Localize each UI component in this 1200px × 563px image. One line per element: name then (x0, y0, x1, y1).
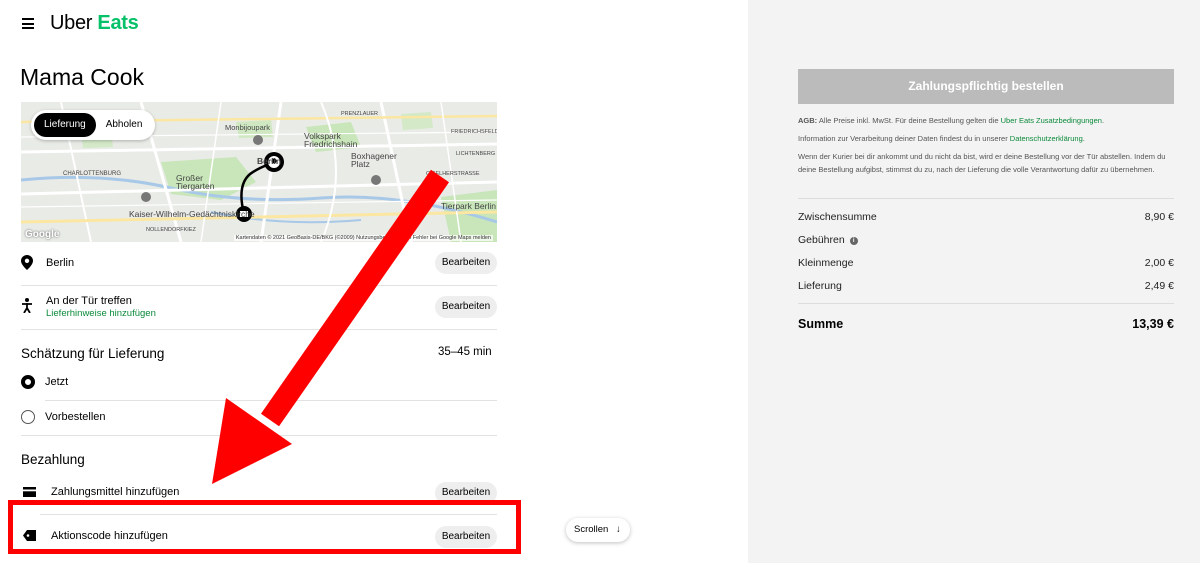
subtotal-label: Zwischensumme (798, 211, 877, 223)
dropoff-instructions-link[interactable]: Lieferhinweise hinzufügen (46, 308, 156, 319)
dropoff-row: An der Tür treffen Lieferhinweise hinzuf… (21, 292, 497, 328)
legal-privacy-end: . (1082, 134, 1085, 143)
map-label-kaiser-wilhelm: Kaiser-Wilhelm-Gedächtniskirche (129, 209, 255, 219)
dropoff-edit-button[interactable]: Bearbeiten (435, 296, 497, 318)
promo-code-label[interactable]: Aktionscode hinzufügen (51, 530, 168, 542)
logo-eats-text: Eats (97, 12, 139, 34)
promo-code-edit-button[interactable]: Bearbeiten (435, 526, 497, 548)
legal-courier: Wenn der Kurier bei dir ankommt und du n… (798, 152, 1166, 174)
scroll-button[interactable]: Scrollen ↓ (566, 518, 630, 542)
map-label-giselherstrasse: GISELHERSTRASSE (426, 171, 480, 177)
map-label-volkspark: Volkspark Friedrichshain (304, 131, 358, 149)
radio-now[interactable] (21, 375, 35, 389)
divider (798, 198, 1174, 199)
legal-agb: AGB: Alle Preise inkl. MwSt. Für deine B… (798, 115, 1178, 128)
logo-uber-text: Uber (50, 12, 93, 34)
delivery-map[interactable]: Lieferung Abholen Monbijoupark Volkspark… (21, 102, 497, 242)
payment-method-label[interactable]: Zahlungsmittel hinzufügen (51, 486, 179, 498)
place-order-button[interactable]: Zahlungspflichtig bestellen (798, 69, 1174, 104)
map-label-tiergarten: Großer Tiergarten (176, 173, 215, 191)
address-label: Berlin (46, 257, 75, 269)
payment-method-row: Zahlungsmittel hinzufügen Bearbeiten (21, 480, 497, 506)
legal-privacy-text: Information zur Verarbeitung deiner Date… (798, 134, 1010, 143)
map-label-berlin: Berlin (257, 156, 282, 166)
map-label-monbijoupark: Monbijoupark (225, 123, 271, 132)
fees-label-wrap: Gebühren i (798, 234, 858, 246)
google-logo: Google (25, 229, 60, 240)
tag-icon (23, 530, 36, 541)
order-summary-panel: Zahlungspflichtig bestellen AGB: Alle Pr… (748, 0, 1200, 563)
payment-title: Bezahlung (21, 452, 85, 467)
legal-privacy: Information zur Verarbeitung deiner Date… (798, 133, 1178, 146)
legal-agb-text: Alle Preise inkl. MwSt. Für deine Bestel… (817, 116, 1001, 125)
map-label-lichtenberg: LICHTENBERG (456, 151, 496, 157)
map-label-friedrichsfelde: FRIEDRICHSFELDE (451, 129, 497, 135)
delivery-fee-value: 2,49 € (1144, 280, 1174, 292)
divider (40, 514, 497, 515)
divider (21, 329, 497, 330)
small-order-value: 2,00 € (1144, 257, 1174, 269)
divider (45, 400, 497, 401)
agb-terms-link[interactable]: Uber Eats Zusatzbedingungen (1001, 116, 1102, 125)
delivery-mode-toggle[interactable]: Lieferung Abholen (31, 110, 156, 140)
toggle-delivery[interactable]: Lieferung (34, 113, 96, 137)
uber-eats-logo[interactable]: Uber Eats (50, 12, 139, 35)
map-label-charlottenburg: CHARLOTTENBURG (63, 171, 122, 177)
divider (798, 303, 1174, 304)
privacy-policy-link[interactable]: Datenschutzerklärung (1010, 134, 1083, 143)
delivery-fee-label: Lieferung (798, 280, 842, 292)
small-order-label: Kleinmenge (798, 257, 854, 269)
map-label-tierpark: Tierpark Berlin (441, 201, 496, 211)
map-label-boxhagener: Boxhagener Platz (351, 151, 397, 169)
subtotal-value: 8,90 € (1144, 211, 1174, 223)
legal-agb-prefix: AGB: (798, 116, 818, 125)
hamburger-menu-icon[interactable] (22, 18, 34, 29)
dropoff-label: An der Tür treffen (46, 295, 132, 307)
fees-label: Gebühren (798, 234, 845, 246)
promo-code-row: Aktionscode hinzufügen Bearbeiten (21, 524, 497, 550)
total-value: 13,39 € (1132, 317, 1174, 331)
checkout-main-panel: Uber Eats Mama Cook Lieferung Abholen Mo… (0, 0, 748, 563)
store-title: Mama Cook (20, 64, 144, 90)
location-pin-icon (21, 255, 33, 270)
toggle-pickup[interactable]: Abholen (96, 113, 153, 137)
estimate-title: Schätzung für Lieferung (21, 346, 165, 361)
arrow-down-icon: ↓ (615, 524, 621, 535)
payment-method-edit-button[interactable]: Bearbeiten (435, 482, 497, 504)
total-label: Summe (798, 317, 844, 331)
option-now-label[interactable]: Jetzt (45, 376, 68, 388)
person-walking-icon (22, 298, 32, 313)
address-edit-button[interactable]: Bearbeiten (435, 252, 497, 274)
radio-schedule[interactable] (21, 410, 35, 424)
legal-agb-end: . (1101, 116, 1105, 125)
divider (21, 435, 497, 436)
address-row: Berlin Bearbeiten (21, 252, 497, 286)
divider (21, 285, 497, 286)
credit-card-icon (23, 487, 36, 497)
option-schedule-label[interactable]: Vorbestellen (45, 411, 106, 423)
map-label-prenzlauer: PRENZLAUER (341, 111, 378, 117)
estimate-time: 35–45 min (438, 346, 492, 358)
map-label-nollendorfkiez: NOLLENDORFKIEZ (146, 227, 196, 233)
scroll-label: Scrollen (574, 524, 609, 535)
info-icon[interactable]: i (849, 237, 858, 245)
map-credit[interactable]: Kartendaten © 2021 GeoBasis-DE/BKG (©200… (233, 235, 493, 241)
